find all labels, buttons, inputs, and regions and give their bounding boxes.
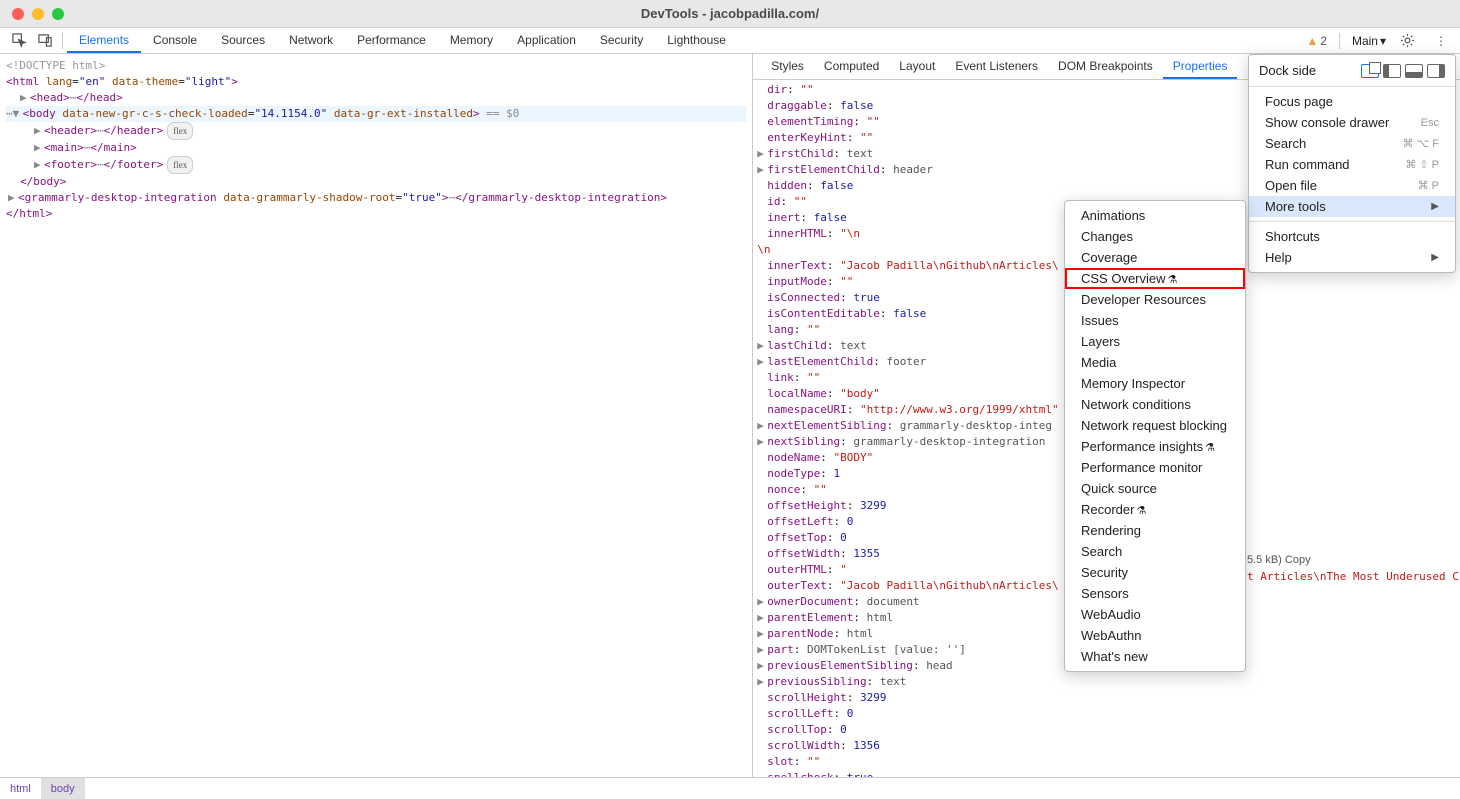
device-toggle-icon[interactable] xyxy=(32,28,58,54)
submenu-item-coverage[interactable]: Coverage xyxy=(1065,247,1245,268)
menu-item-show-console-drawer[interactable]: Show console drawerEsc xyxy=(1249,112,1455,133)
dom-breadcrumb: html body xyxy=(0,777,1460,799)
panel-tab-elements[interactable]: Elements xyxy=(67,28,141,53)
separator xyxy=(62,33,63,49)
property-row[interactable]: spellcheck: true xyxy=(757,770,1456,777)
inspect-element-icon[interactable] xyxy=(6,28,32,54)
dock-right-icon[interactable] xyxy=(1427,64,1445,78)
main-toolbar: ElementsConsoleSourcesNetworkPerformance… xyxy=(0,28,1460,54)
submenu-item-rendering[interactable]: Rendering xyxy=(1065,520,1245,541)
menu-item-more-tools[interactable]: More tools▶ xyxy=(1249,196,1455,217)
panel-tab-performance[interactable]: Performance xyxy=(345,28,438,53)
panel-tabs: ElementsConsoleSourcesNetworkPerformance… xyxy=(67,28,738,53)
menu-separator xyxy=(1249,86,1455,87)
warning-icon: ▲ xyxy=(1306,34,1318,48)
submenu-item-css-overview[interactable]: CSS Overview⚗ xyxy=(1065,268,1245,289)
flex-badge[interactable]: flex xyxy=(167,156,193,174)
panel-tab-console[interactable]: Console xyxy=(141,28,209,53)
menu-item-search[interactable]: Search⌘ ⌥ F xyxy=(1249,133,1455,154)
dock-side-label: Dock side xyxy=(1259,63,1316,78)
clipped-text: 5.5 kB) Copy xyxy=(1247,554,1311,566)
submenu-item-quick-source[interactable]: Quick source xyxy=(1065,478,1245,499)
separator xyxy=(1339,33,1340,49)
property-row[interactable]: scrollWidth: 1356 xyxy=(757,738,1456,754)
property-row[interactable]: scrollTop: 0 xyxy=(757,722,1456,738)
submenu-item-media[interactable]: Media xyxy=(1065,352,1245,373)
side-tab-properties[interactable]: Properties xyxy=(1163,54,1238,79)
side-tab-computed[interactable]: Computed xyxy=(814,54,889,79)
panel-tab-lighthouse[interactable]: Lighthouse xyxy=(655,28,738,53)
breadcrumb-html[interactable]: html xyxy=(0,778,41,799)
panel-tab-sources[interactable]: Sources xyxy=(209,28,277,53)
dock-undock-icon[interactable] xyxy=(1361,64,1379,78)
menu-separator xyxy=(1249,221,1455,222)
selection-marker: == $0 xyxy=(480,107,520,120)
submenu-item-search[interactable]: Search xyxy=(1065,541,1245,562)
window-title: DevTools - jacobpadilla.com/ xyxy=(0,6,1460,21)
main-options-menu: Dock side Focus pageShow console drawerE… xyxy=(1248,54,1456,273)
doctype-node: <!DOCTYPE html> xyxy=(6,59,105,72)
submenu-item-security[interactable]: Security xyxy=(1065,562,1245,583)
menu-item-open-file[interactable]: Open file⌘ P xyxy=(1249,175,1455,196)
panel-tab-memory[interactable]: Memory xyxy=(438,28,505,53)
submenu-item-network-request-blocking[interactable]: Network request blocking xyxy=(1065,415,1245,436)
dom-tree-panel[interactable]: <!DOCTYPE html> <html lang="en" data-the… xyxy=(0,54,753,777)
panel-tab-security[interactable]: Security xyxy=(588,28,655,53)
side-tab-dom-breakpoints[interactable]: DOM Breakpoints xyxy=(1048,54,1163,79)
window-titlebar: DevTools - jacobpadilla.com/ xyxy=(0,0,1460,28)
submenu-item-memory-inspector[interactable]: Memory Inspector xyxy=(1065,373,1245,394)
dock-side-row: Dock side xyxy=(1249,59,1455,82)
settings-gear-icon[interactable] xyxy=(1394,28,1420,54)
chevron-down-icon: ▾ xyxy=(1380,34,1386,48)
submenu-item-network-conditions[interactable]: Network conditions xyxy=(1065,394,1245,415)
clipped-text-2: t Articles\nThe Most Underused C xyxy=(1247,570,1459,583)
submenu-item-performance-monitor[interactable]: Performance monitor xyxy=(1065,457,1245,478)
more-tools-submenu: AnimationsChangesCoverageCSS Overview⚗De… xyxy=(1064,200,1246,672)
submenu-item-animations[interactable]: Animations xyxy=(1065,205,1245,226)
submenu-item-sensors[interactable]: Sensors xyxy=(1065,583,1245,604)
body-node-selected[interactable]: ⋯▼<body data-new-gr-c-s-check-loaded="14… xyxy=(6,106,746,122)
side-tab-styles[interactable]: Styles xyxy=(761,54,814,79)
dock-bottom-icon[interactable] xyxy=(1405,64,1423,78)
submenu-item-changes[interactable]: Changes xyxy=(1065,226,1245,247)
submenu-item-webaudio[interactable]: WebAudio xyxy=(1065,604,1245,625)
submenu-item-developer-resources[interactable]: Developer Resources xyxy=(1065,289,1245,310)
submenu-item-recorder[interactable]: Recorder⚗ xyxy=(1065,499,1245,520)
submenu-item-performance-insights[interactable]: Performance insights⚗ xyxy=(1065,436,1245,457)
more-menu-icon[interactable]: ⋮ xyxy=(1428,28,1454,54)
target-label: Main xyxy=(1352,34,1378,48)
panel-tab-application[interactable]: Application xyxy=(505,28,588,53)
flex-badge[interactable]: flex xyxy=(167,122,193,140)
menu-item-help[interactable]: Help▶ xyxy=(1249,247,1455,268)
submenu-item-issues[interactable]: Issues xyxy=(1065,310,1245,331)
warnings-count: 2 xyxy=(1320,34,1327,48)
submenu-item-what's-new[interactable]: What's new xyxy=(1065,646,1245,667)
menu-item-shortcuts[interactable]: Shortcuts xyxy=(1249,226,1455,247)
target-selector[interactable]: Main ▾ xyxy=(1352,34,1386,48)
menu-item-run-command[interactable]: Run command⌘ ⇧ P xyxy=(1249,154,1455,175)
dock-left-icon[interactable] xyxy=(1383,64,1401,78)
submenu-item-layers[interactable]: Layers xyxy=(1065,331,1245,352)
submenu-item-webauthn[interactable]: WebAuthn xyxy=(1065,625,1245,646)
warnings-badge[interactable]: ▲ 2 xyxy=(1306,34,1327,48)
side-tab-event-listeners[interactable]: Event Listeners xyxy=(945,54,1048,79)
panel-tab-network[interactable]: Network xyxy=(277,28,345,53)
side-tab-layout[interactable]: Layout xyxy=(889,54,945,79)
property-row[interactable]: slot: "" xyxy=(757,754,1456,770)
breadcrumb-body[interactable]: body xyxy=(41,778,85,799)
property-row[interactable]: ▶previousSibling: text xyxy=(757,674,1456,690)
property-row[interactable]: scrollLeft: 0 xyxy=(757,706,1456,722)
menu-item-focus-page[interactable]: Focus page xyxy=(1249,91,1455,112)
property-row[interactable]: scrollHeight: 3299 xyxy=(757,690,1456,706)
